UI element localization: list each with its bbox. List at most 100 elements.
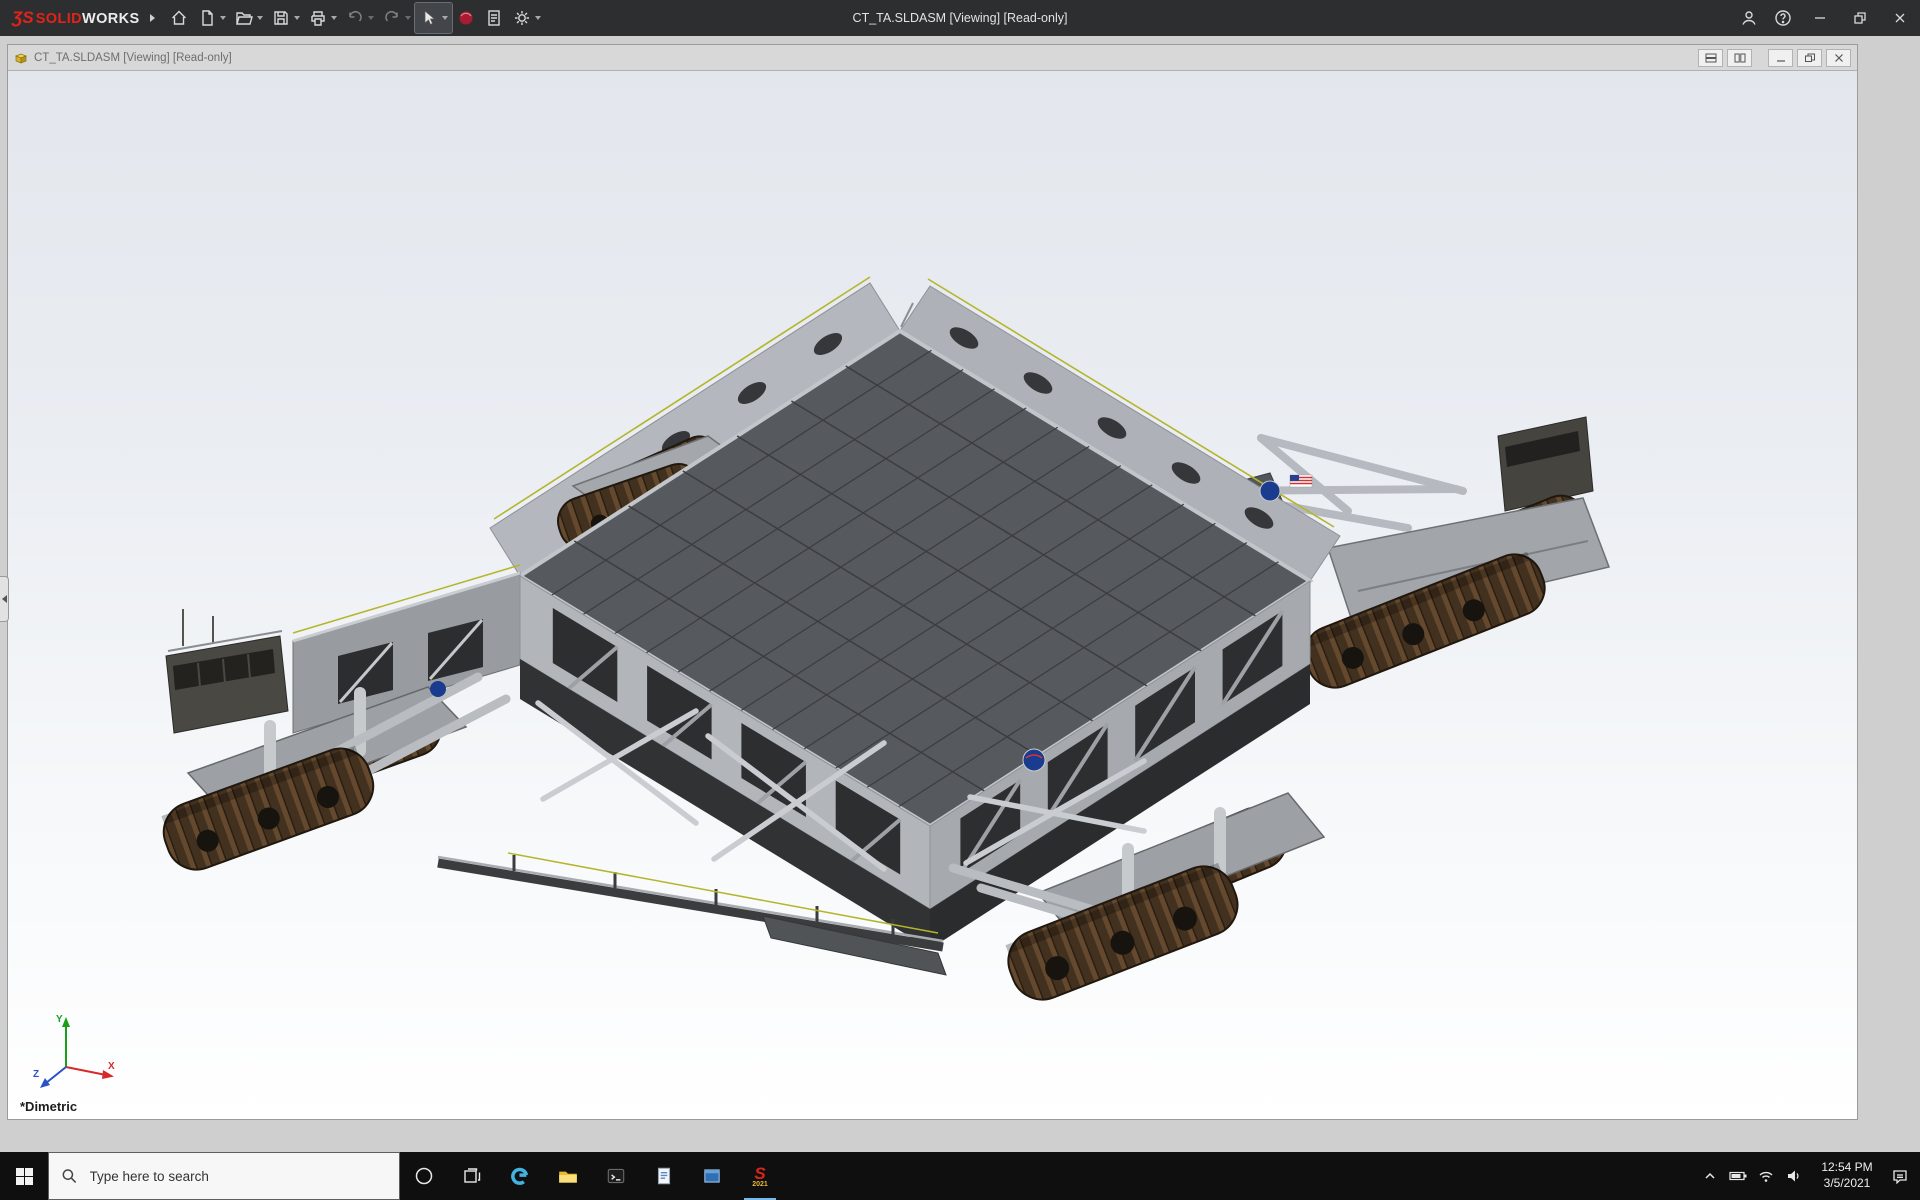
file-properties-button[interactable] [480,3,508,33]
clock-time: 12:54 PM [1811,1160,1883,1176]
3d-viewport[interactable]: Y X Z *Dimetric [8,71,1857,1119]
print-icon [308,8,328,28]
triad-y-label: Y [56,1014,63,1025]
document-titlebar[interactable]: CT_TA.SLDASM [Viewing] [Read-only] [8,45,1857,71]
wifi-icon [1757,1168,1775,1184]
app-terminal[interactable] [592,1152,640,1200]
3dexperience-button[interactable] [452,3,480,33]
search-icon [61,1167,78,1185]
terminal-icon [605,1165,627,1187]
tile-horizontal-button[interactable] [1698,49,1723,67]
triad-z-label: Z [33,1069,39,1080]
close-button[interactable] [1880,0,1920,36]
dropdown-caret[interactable] [405,16,411,20]
minimize-button[interactable] [1800,0,1840,36]
app-file-explorer[interactable] [544,1152,592,1200]
redo-icon [382,8,402,28]
chevron-left-icon [2,595,7,603]
help-button[interactable] [1766,0,1800,36]
mdi-client-area: CT_TA.SLDASM [Viewing] [Read-only] [0,36,1920,1152]
document-title: CT_TA.SLDASM [Viewing] [Read-only] [34,52,1698,64]
windows-taskbar: S 2021 12:54 PM 3/5/2021 [0,1152,1920,1200]
menu-expand-arrow[interactable] [150,14,155,22]
options-button[interactable] [508,3,545,33]
doc-minimize-button[interactable] [1768,49,1793,67]
battery-icon [1729,1168,1748,1184]
chevron-up-icon [1702,1168,1718,1184]
network-status[interactable] [1752,1152,1780,1200]
task-view-icon [462,1166,482,1186]
clock-date: 3/5/2021 [1811,1176,1883,1192]
tile-vertical-icon [1734,53,1746,63]
save-button[interactable] [267,3,304,33]
dropdown-caret[interactable] [257,16,263,20]
doc-minimize-icon [1775,53,1787,63]
save-icon [271,8,291,28]
doc-restore-button[interactable] [1797,49,1822,67]
dropdown-caret[interactable] [294,16,300,20]
doc-close-icon [1833,53,1845,63]
close-icon [1891,9,1909,27]
doc-close-button[interactable] [1826,49,1851,67]
taskbar-search[interactable] [48,1152,400,1200]
dropdown-caret[interactable] [368,16,374,20]
start-button[interactable] [0,1152,48,1200]
new-document-icon [197,8,217,28]
search-input[interactable] [88,1168,387,1185]
undo-button[interactable] [341,3,378,33]
ds-logo-glyph: ƷS [12,8,34,28]
tile-vertical-button[interactable] [1727,49,1752,67]
solidworks-logo: ƷS SOLID WORKS [0,8,146,28]
select-cursor-icon [419,8,439,28]
doc-restore-icon [1804,53,1816,63]
cortana-button[interactable] [400,1152,448,1200]
app-solidworks[interactable]: S 2021 [736,1152,784,1200]
view-orientation-label: *Dimetric [20,1099,77,1114]
edge-icon [509,1165,531,1187]
home-button[interactable] [165,3,193,33]
home-icon [169,8,189,28]
open-folder-icon [234,8,254,28]
featuremanager-collapse-handle[interactable] [0,576,9,622]
dropdown-caret[interactable] [535,16,541,20]
speaker-icon [1785,1168,1803,1184]
restore-button[interactable] [1840,0,1880,36]
volume-status[interactable] [1780,1152,1808,1200]
action-center-button[interactable] [1886,1152,1914,1200]
file-explorer-icon [557,1165,579,1187]
open-button[interactable] [230,3,267,33]
redo-button[interactable] [378,3,415,33]
operator-cab [166,609,288,733]
3dexperience-icon [456,8,476,28]
print-button[interactable] [304,3,341,33]
account-button[interactable] [1732,0,1766,36]
help-icon [1773,8,1793,28]
dropdown-caret[interactable] [331,16,337,20]
dropdown-caret[interactable] [442,16,448,20]
undo-icon [345,8,365,28]
document-app-icon [653,1165,675,1187]
battery-status[interactable] [1724,1152,1752,1200]
us-flag-decal [1290,475,1312,487]
windows-logo-icon [16,1168,33,1185]
minimize-icon [1811,9,1829,27]
task-view-button[interactable] [448,1152,496,1200]
new-document-button[interactable] [193,3,230,33]
assembly-doc-icon [14,51,28,65]
select-tool-button[interactable] [415,3,452,33]
app-media[interactable] [688,1152,736,1200]
app-edge[interactable] [496,1152,544,1200]
crawler-transporter-model [8,71,1857,1119]
document-window: CT_TA.SLDASM [Viewing] [Read-only] [7,44,1858,1120]
tile-horizontal-icon [1705,53,1717,63]
app-document[interactable] [640,1152,688,1200]
window-title: CT_TA.SLDASM [Viewing] [Read-only] [853,11,1068,25]
orientation-triad[interactable]: Y X Z [32,1009,118,1095]
taskbar-clock[interactable]: 12:54 PM 3/5/2021 [1808,1160,1886,1191]
media-app-icon [701,1165,723,1187]
restore-icon [1851,9,1869,27]
hidden-icons-button[interactable] [1696,1152,1724,1200]
triad-x-label: X [108,1061,115,1072]
account-icon [1739,8,1759,28]
dropdown-caret[interactable] [220,16,226,20]
